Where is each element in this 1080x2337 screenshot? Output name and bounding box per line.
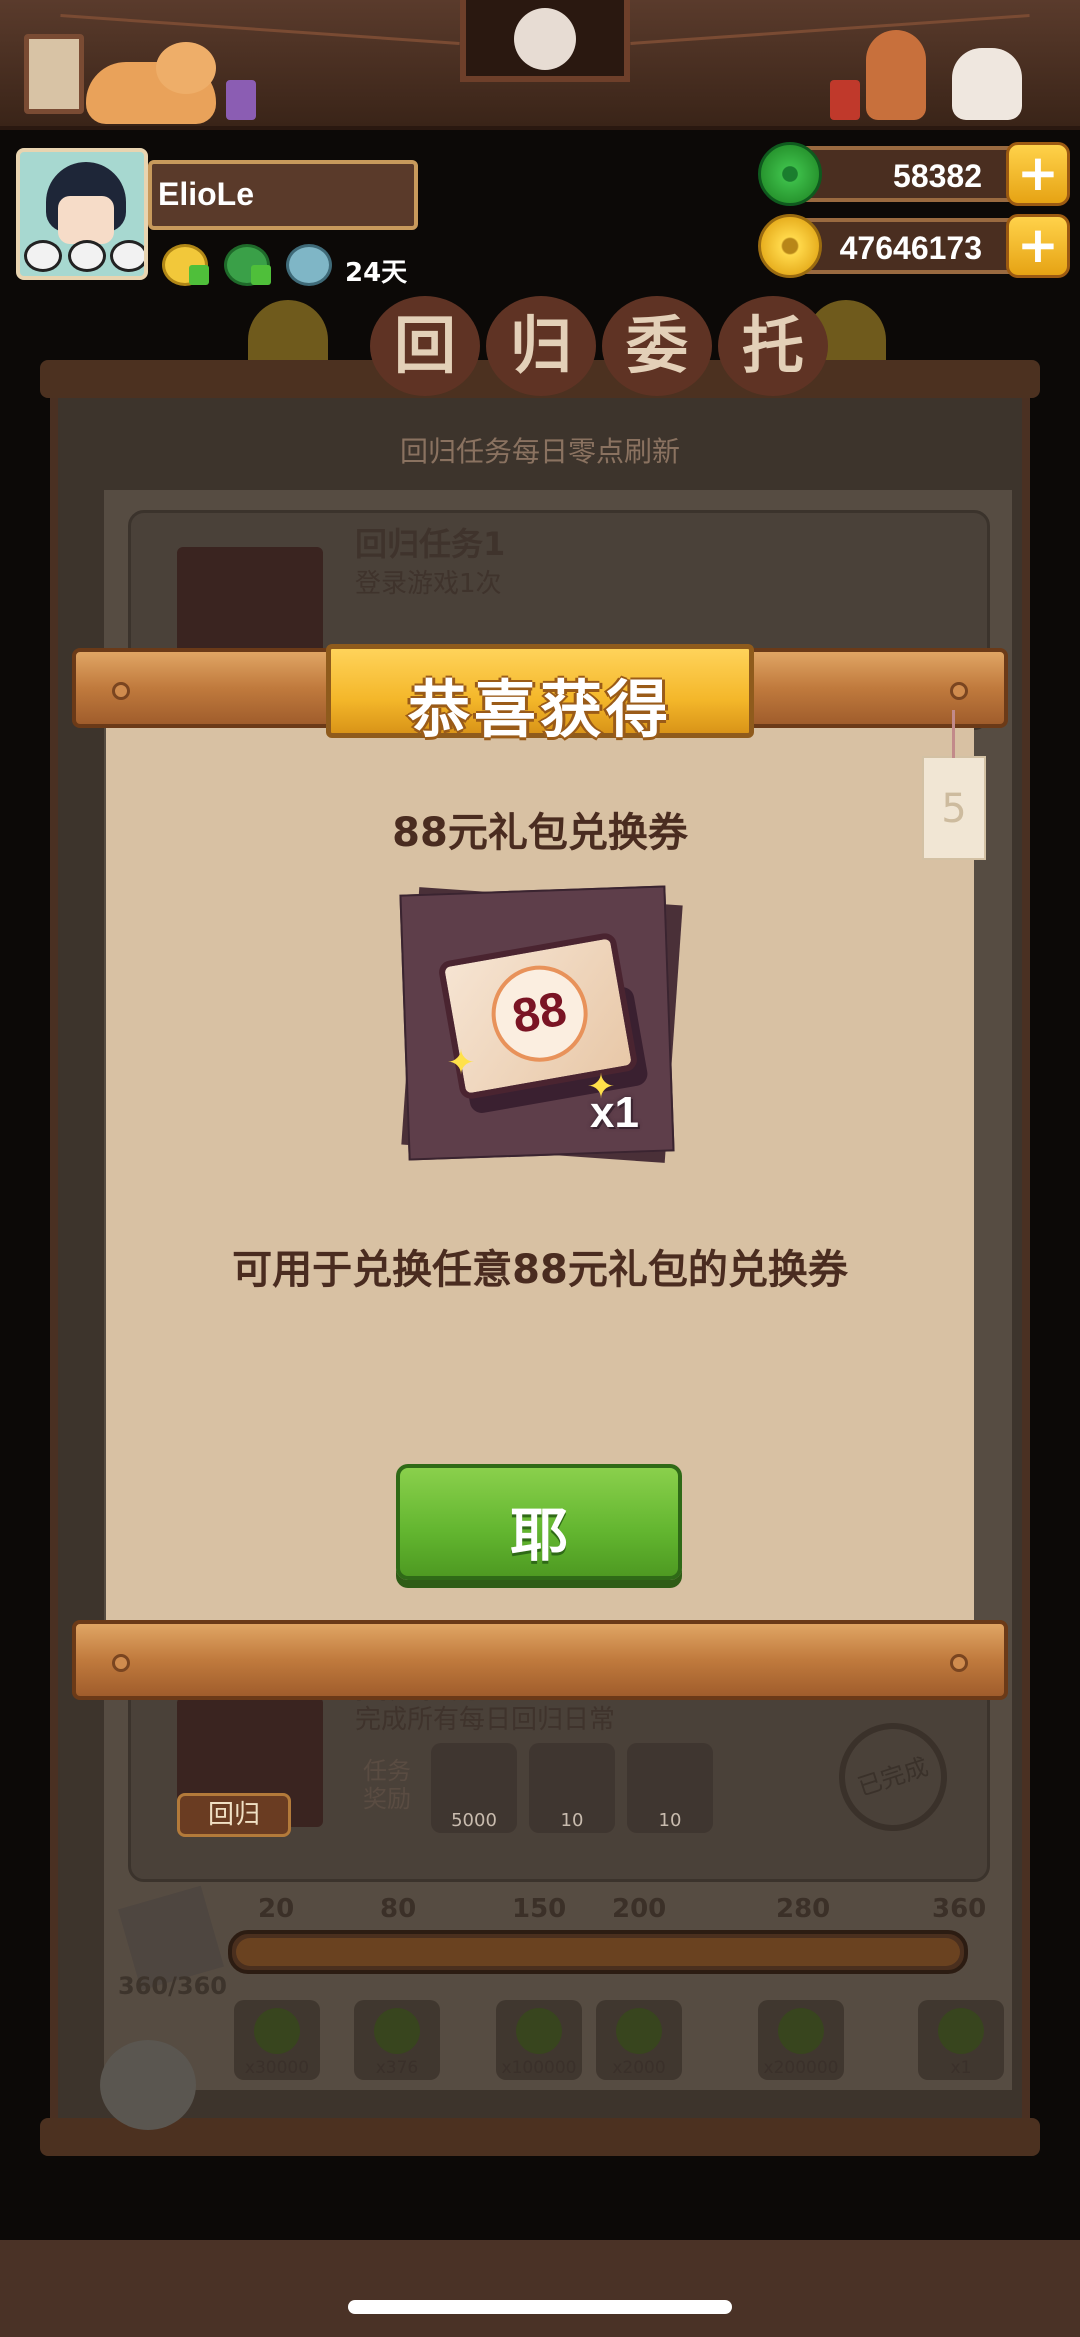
milestone-reward[interactable]: x2000: [596, 2000, 682, 2080]
reward-gold: 5000: [431, 1743, 517, 1833]
modal-title: 恭喜获得: [407, 673, 672, 746]
portrait-frame: [460, 0, 630, 82]
rope-left: [60, 14, 460, 45]
item-description: 可用于兑换任意88元礼包的兑换券: [232, 1247, 848, 1293]
panel-bottom-rod: [40, 2118, 1040, 2156]
voucher-value: 88: [508, 982, 571, 1044]
panda-icon: [110, 240, 144, 272]
item-quantity: x1: [590, 1088, 639, 1137]
modal-bottom-rod: [72, 1620, 1008, 1700]
reward-jade: 10: [529, 1743, 615, 1833]
red-spool-decoration: [830, 80, 860, 120]
completed-stamp: 已完成: [824, 1708, 962, 1846]
top-decoration-bar: [0, 0, 1080, 130]
bowl-boost-icon[interactable]: [286, 244, 332, 286]
task-description: 完成所有每日回归日常: [355, 1705, 616, 1735]
gold-currency: 47646173 +: [758, 214, 1070, 278]
task-description: 登录游戏1次: [355, 569, 502, 599]
sparkle-icon: ✦: [446, 1043, 476, 1083]
progress-fill: [236, 1938, 960, 1966]
panda-icon: [68, 240, 106, 272]
confirm-button-label: 耶: [509, 1501, 568, 1569]
gold-amount: 47646173: [839, 230, 982, 266]
progress-bar: [228, 1930, 968, 1974]
confirm-button[interactable]: 耶: [396, 1464, 682, 1580]
task-tag: 回归: [177, 1793, 291, 1837]
wall-scroll-decoration: [24, 34, 84, 114]
player-name: ElioLe: [158, 176, 255, 212]
milestone-reward[interactable]: x376: [354, 2000, 440, 2080]
task-title: 回归任务1: [355, 525, 506, 563]
jade-amount: 58382: [893, 158, 982, 194]
jade-icon: [758, 142, 822, 206]
modal-title-banner: 恭喜获得: [326, 644, 754, 746]
add-jade-button[interactable]: +: [1006, 142, 1070, 206]
bottom-bar: [0, 2240, 1080, 2337]
milestone-reward[interactable]: x200000: [758, 2000, 844, 2080]
reward-ticket: 10: [627, 1743, 713, 1833]
milestone-reward[interactable]: x100000: [496, 2000, 582, 2080]
gold-coin-icon: [758, 214, 822, 278]
character-decoration: [866, 30, 926, 120]
rice-bun-decoration: [100, 2040, 196, 2130]
rope-right: [630, 14, 1030, 45]
login-days: 24天: [345, 258, 408, 288]
add-gold-button[interactable]: +: [1006, 214, 1070, 278]
jade-currency: 58382 +: [758, 142, 1070, 206]
reward-label: 任务奖励: [363, 1757, 411, 1813]
item-name: 88元礼包兑换券: [392, 810, 688, 856]
orange-cat-decoration: [86, 42, 216, 124]
white-cat-decoration: [952, 48, 1022, 120]
home-indicator[interactable]: [348, 2300, 732, 2314]
milestone-reward[interactable]: x1: [918, 2000, 1004, 2080]
yarn-spool-decoration: [226, 80, 256, 120]
gold-boost-icon[interactable]: [162, 244, 209, 286]
milestone-reward[interactable]: x30000: [234, 2000, 320, 2080]
player-name-box[interactable]: ElioLe: [148, 160, 418, 230]
player-avatar[interactable]: [16, 148, 148, 280]
panel-title: 回 归 委 托: [250, 296, 830, 396]
panda-icon: [24, 240, 62, 272]
grandma-face-icon: [514, 8, 576, 70]
jade-boost-icon[interactable]: [224, 244, 271, 286]
progress-count: 360/360: [118, 1972, 227, 2000]
panel-subtitle: 回归任务每日零点刷新: [399, 435, 680, 468]
